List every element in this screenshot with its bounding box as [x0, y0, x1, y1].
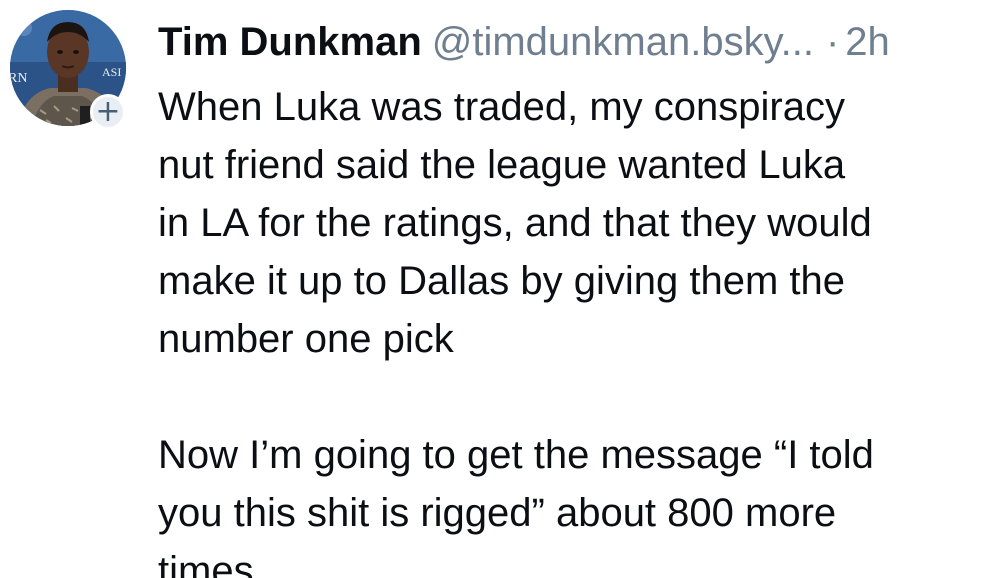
text-line: nut friend said the league wanted Luka: [158, 143, 846, 187]
post-paragraph: When Luka was traded, my conspiracy nut …: [158, 78, 998, 368]
text-line: make it up to Dallas by giving them the: [158, 259, 846, 303]
separator-dot: ·: [825, 20, 840, 64]
post-paragraph: Now I’m going to get the message “I told…: [158, 426, 998, 578]
post-header: Tim Dunkman @timdunkman.bsky... · 2h: [158, 14, 990, 70]
svg-text:ASI: ASI: [102, 65, 121, 79]
follow-button[interactable]: +: [90, 94, 126, 130]
text-line: you this shit is rigged” about 800 more: [158, 491, 837, 535]
post-card[interactable]: RN ASI + Tim Dunkman @timdunkman.bsky...…: [0, 0, 1000, 578]
text-line: When Luka was traded, my conspiracy: [158, 85, 845, 129]
text-line: Now I’m going to get the message “I told: [158, 433, 874, 477]
author-name[interactable]: Tim Dunkman: [158, 20, 422, 64]
plus-icon: +: [95, 94, 121, 129]
text-line: number one pick: [158, 317, 454, 361]
author-handle[interactable]: @timdunkman.bsky...: [432, 20, 814, 64]
text-line: in LA for the ratings, and that they wou…: [158, 201, 872, 245]
post-timestamp[interactable]: 2h: [845, 20, 890, 64]
text-line: times: [158, 549, 254, 578]
svg-text:RN: RN: [10, 71, 27, 86]
avatar-container[interactable]: RN ASI +: [10, 10, 130, 130]
post-text: When Luka was traded, my conspiracy nut …: [158, 78, 998, 578]
